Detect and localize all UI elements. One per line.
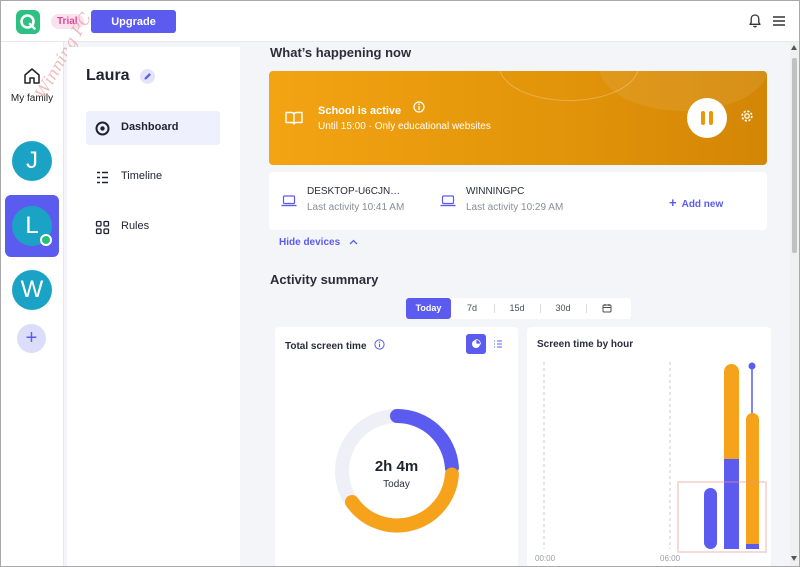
total-screen-time-card: Total screen time 2h 4m Today [275, 327, 518, 566]
app-window: Trial Upgrade My family J L W + Winning … [0, 0, 800, 567]
timeline-icon [97, 171, 108, 184]
top-bar: Trial Upgrade [1, 1, 799, 42]
device-name: WINNINGPC [466, 186, 525, 197]
whats-happening-title: What’s happening now [270, 45, 412, 60]
school-mode-title: School is active [318, 105, 402, 117]
tab-30d[interactable]: 30d [543, 298, 583, 319]
scrollbar[interactable] [790, 42, 799, 566]
upgrade-button[interactable]: Upgrade [91, 10, 176, 33]
nav-item-dashboard[interactable]: Dashboard [86, 111, 220, 145]
activity-summary-title: Activity summary [270, 272, 379, 287]
device-activity: Last activity 10:41 AM [307, 202, 405, 213]
tab-divider [494, 304, 495, 313]
logo-icon[interactable] [16, 10, 40, 34]
school-mode-subtitle: Until 15:00 · Only educational websites [318, 121, 491, 132]
laptop-icon [440, 195, 456, 207]
tab-today[interactable]: Today [406, 298, 451, 319]
family-rail: My family J L W + Winning PC [1, 9, 95, 566]
nav-item-rules[interactable]: Rules [86, 210, 220, 244]
watermark-stamp [677, 481, 767, 553]
total-time-period: Today [383, 479, 410, 490]
date-range-tabs: Today 7d 15d 30d [406, 298, 631, 319]
online-status-dot [40, 234, 52, 246]
scrollbar-thumb[interactable] [792, 58, 797, 253]
bell-icon[interactable] [747, 13, 763, 29]
avatar-member-w[interactable]: W [12, 270, 52, 310]
calendar-button[interactable] [591, 298, 623, 319]
scroll-down-arrow[interactable] [791, 556, 797, 561]
target-icon [95, 121, 110, 136]
pencil-icon [144, 73, 151, 80]
add-new-label: Add new [681, 199, 724, 210]
book-icon [285, 111, 303, 125]
plus-icon: + [669, 195, 677, 210]
devices-card: DESKTOP-U6CJN… Last activity 10:41 AM WI… [269, 172, 767, 230]
child-nav-panel: Laura Dashboard Timeline Rules [67, 47, 240, 566]
school-mode-card: School is active Until 15:00 · Only educ… [269, 71, 767, 165]
info-icon[interactable] [413, 101, 425, 113]
pause-icon [701, 111, 705, 125]
add-device-button[interactable]: + Add new [669, 195, 723, 210]
pause-icon [709, 111, 713, 125]
tab-15d[interactable]: 15d [497, 298, 537, 319]
x-tick: 06:00 [660, 554, 681, 563]
nav-item-label: Timeline [121, 170, 163, 182]
hide-devices-label: Hide devices [279, 237, 341, 248]
tab-divider [586, 304, 587, 313]
nav-item-timeline[interactable]: Timeline [86, 160, 220, 194]
hide-devices-toggle[interactable]: Hide devices [279, 237, 358, 248]
total-time-value: 2h 4m [374, 458, 419, 475]
gear-icon[interactable] [740, 109, 754, 123]
tab-7d[interactable]: 7d [453, 298, 491, 319]
current-hour-dot [748, 362, 756, 370]
add-member-button[interactable]: + [17, 324, 46, 353]
pause-button[interactable] [687, 98, 727, 138]
screen-time-donut [335, 409, 459, 533]
device-name: DESKTOP-U6CJN… [307, 186, 401, 197]
avatar-member-j[interactable]: J [12, 141, 52, 181]
nav-item-label: Rules [121, 220, 150, 232]
device-activity: Last activity 10:29 AM [466, 202, 564, 213]
calendar-icon [602, 304, 612, 313]
laptop-icon [281, 195, 297, 207]
grid-icon [95, 220, 110, 235]
x-tick: 00:00 [535, 554, 556, 563]
menu-icon[interactable] [771, 13, 787, 29]
tab-divider [540, 304, 541, 313]
nav-item-label: Dashboard [121, 121, 179, 133]
edit-name-button[interactable] [140, 69, 155, 84]
chevron-up-icon [349, 239, 358, 245]
scroll-up-arrow[interactable] [791, 45, 797, 50]
card-decoration [499, 71, 639, 101]
child-name: Laura [86, 67, 130, 84]
